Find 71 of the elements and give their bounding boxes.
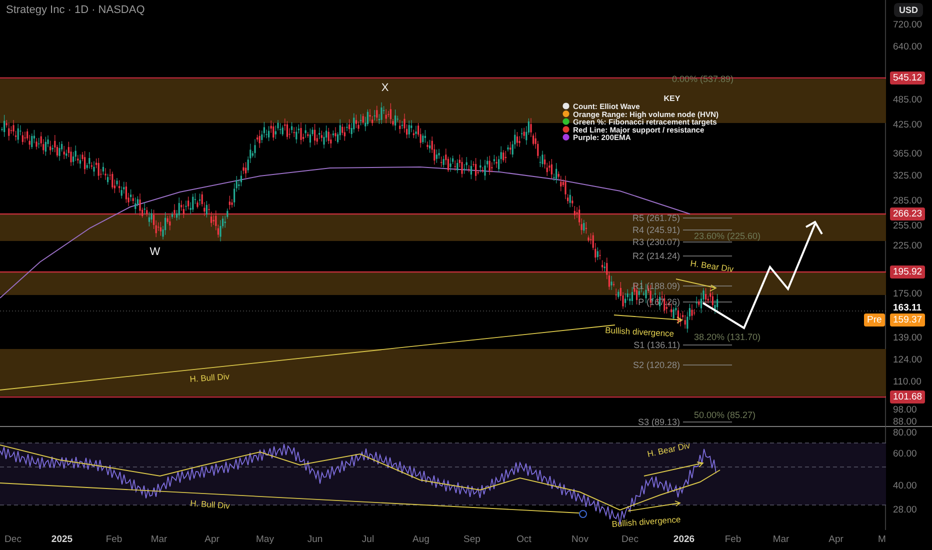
divergence-label: H. Bull Div bbox=[190, 498, 230, 511]
key-title: KEY bbox=[664, 94, 680, 103]
time-axis-label: Jul bbox=[362, 534, 374, 545]
price-axis-label: 640.00 bbox=[892, 40, 924, 54]
divergence-label: Bullish divergence bbox=[611, 514, 681, 529]
divergence-arrow bbox=[614, 314, 683, 324]
premarket-label: Pre bbox=[864, 314, 885, 326]
time-axis-label: Sep bbox=[464, 534, 480, 545]
wave-label: W bbox=[150, 246, 160, 258]
fib-level-label: 38.20% (131.70) bbox=[694, 332, 761, 342]
price-axis-label: 110.00 bbox=[892, 376, 922, 388]
price-axis-label: 88.00 bbox=[892, 416, 918, 428]
price-axis-label: 325.00 bbox=[892, 170, 924, 182]
time-axis-label: Dec bbox=[4, 534, 22, 545]
fib-level-label: 50.00% (85.27) bbox=[694, 410, 756, 420]
price-axis-label: 98.00 bbox=[892, 404, 918, 416]
pivot-label: S1 (136.11) bbox=[634, 340, 680, 350]
price-axis-label: 365.00 bbox=[892, 148, 924, 160]
price-axis-label: 720.00 bbox=[892, 18, 924, 32]
level-price-label: 266.23 bbox=[890, 208, 926, 220]
time-axis-label: 2025 bbox=[51, 534, 73, 545]
time-axis-label: Feb bbox=[106, 534, 122, 545]
price-axis-label: 175.00 bbox=[892, 288, 924, 300]
wave-label: X bbox=[381, 82, 389, 94]
pivot-line bbox=[682, 364, 732, 366]
price-axis-label: 139.00 bbox=[892, 332, 924, 344]
fib-level-label: 23.60% (225.60) bbox=[694, 231, 761, 241]
price-axis-label: 285.00 bbox=[892, 194, 924, 208]
time-axis-label: Apr bbox=[828, 534, 844, 545]
divergence-label: Bullish divergence bbox=[604, 325, 674, 339]
last-price-label: 163.11 bbox=[892, 302, 923, 314]
pivot-line bbox=[682, 344, 732, 346]
time-axis-label: Mar bbox=[150, 534, 168, 545]
time-axis-label: Aug bbox=[412, 534, 430, 545]
price-axis-label: 255.00 bbox=[892, 220, 924, 232]
level-price-label: 101.68 bbox=[890, 390, 926, 404]
time-axis-label: Oct bbox=[516, 534, 532, 545]
pivot-label: R3 (230.07) bbox=[632, 237, 680, 247]
level-price-label: 545.12 bbox=[890, 72, 926, 84]
pivot-label: R5 (261.75) bbox=[632, 213, 680, 223]
price-axis-label: 425.00 bbox=[892, 118, 924, 132]
time-axis-label: May bbox=[256, 534, 274, 545]
rsi-axis-label: 40.00 bbox=[892, 480, 918, 492]
rsi-axis-label: 28.00 bbox=[892, 504, 918, 516]
pivot-label: R4 (245.91) bbox=[632, 225, 680, 235]
price-axis-label: 225.00 bbox=[892, 240, 924, 252]
time-axis-label: Jun bbox=[307, 534, 323, 545]
divergence-label: H. Bear Div bbox=[646, 440, 691, 459]
circle-marker-icon bbox=[579, 510, 587, 518]
divergence-arrow bbox=[644, 462, 704, 476]
pivot-label: S3 (89.13) bbox=[638, 417, 680, 427]
rsi-axis-label: 60.00 bbox=[892, 448, 918, 460]
time-axis-label: Apr bbox=[204, 534, 220, 545]
currency-button[interactable]: USD bbox=[894, 3, 924, 17]
level-price-label: 195.92 bbox=[890, 266, 926, 278]
price-axis-label: 124.00 bbox=[892, 354, 924, 366]
premarket-price-label: 159.37 bbox=[890, 314, 926, 326]
chart-title: Strategy Inc · 1D · NASDAQ bbox=[6, 4, 145, 16]
price-axis-label: 485.00 bbox=[892, 94, 924, 106]
rsi-axis-label: 80.00 bbox=[892, 426, 918, 440]
divergence-arrow bbox=[628, 500, 681, 512]
time-axis-label: Mar bbox=[772, 534, 790, 545]
time-axis-label: 2026 bbox=[673, 534, 695, 545]
time-axis-label: Nov bbox=[572, 534, 588, 545]
pivot-label: R2 (214.24) bbox=[632, 251, 680, 261]
divergence-label: H. Bull Div bbox=[189, 371, 230, 384]
time-axis-label: Feb bbox=[724, 534, 742, 545]
time-axis-label: Dec bbox=[622, 534, 638, 545]
time-axis-label: M bbox=[878, 534, 886, 545]
divergence-label: H. Bear Div bbox=[690, 258, 734, 274]
pivot-label: S2 (120.28) bbox=[632, 360, 680, 370]
